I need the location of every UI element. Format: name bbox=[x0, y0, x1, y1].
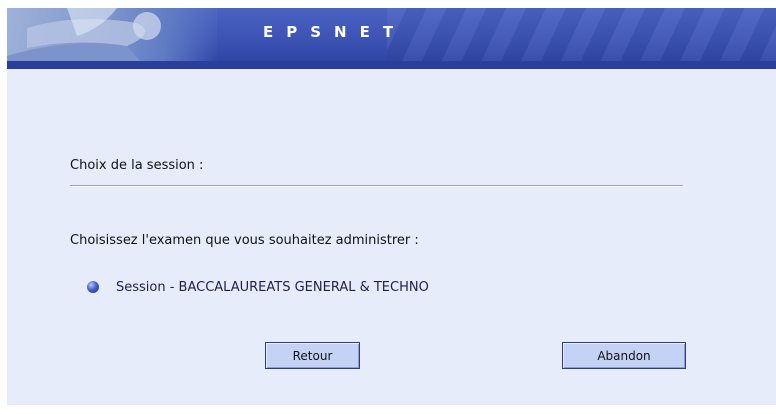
app-title: EPSNET bbox=[263, 23, 407, 41]
page-frame: EPSNET Choix de la session : Choisissez … bbox=[7, 8, 776, 405]
session-option[interactable]: Session - BACCALAUREATS GENERAL & TECHNO bbox=[87, 278, 429, 296]
bullet-sphere-icon bbox=[87, 281, 99, 293]
back-button[interactable]: Retour bbox=[265, 342, 360, 369]
exam-prompt: Choisissez l'examen que vous souhaitez a… bbox=[70, 233, 419, 248]
banner-texture bbox=[387, 8, 776, 69]
section-divider bbox=[70, 185, 683, 187]
abort-button[interactable]: Abandon bbox=[562, 342, 686, 369]
section-title: Choix de la session : bbox=[70, 158, 204, 173]
header-banner: EPSNET bbox=[7, 8, 776, 69]
session-option-label[interactable]: Session - BACCALAUREATS GENERAL & TECHNO bbox=[116, 280, 429, 295]
banner-logo-image bbox=[7, 8, 217, 69]
banner-decoration-icon bbox=[7, 8, 161, 69]
banner-bottom-bar bbox=[7, 61, 776, 69]
